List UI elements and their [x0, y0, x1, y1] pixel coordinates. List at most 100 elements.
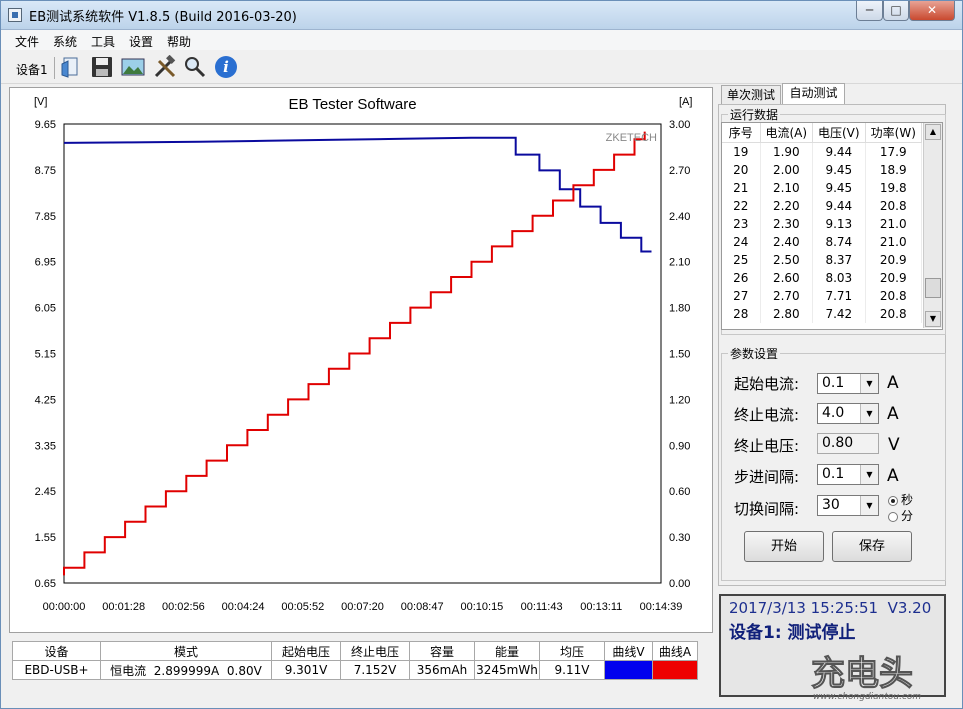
x-tick-label: 00:10:15 [460, 601, 503, 613]
run-data-cell: 28 [722, 305, 761, 323]
run-data-scrollbar[interactable]: ▲ ▼ [923, 123, 942, 328]
summary-mode: 恒电流 2.899999A 0.80V [100, 660, 272, 680]
run-data-row[interactable]: 27 2.70 7.71 20.8 [722, 287, 923, 305]
summary-header: 均压 [539, 641, 605, 661]
run-data-cell: 2.20 [760, 197, 814, 215]
right-tick-label: 1.80 [669, 303, 690, 315]
interval-select[interactable]: 30 ▼ [817, 495, 879, 516]
x-tick-label: 00:02:56 [162, 601, 205, 613]
left-tick-label: 9.65 [35, 119, 56, 131]
summary-header: 模式 [100, 641, 272, 661]
run-data-row[interactable]: 25 2.50 8.37 20.9 [722, 251, 923, 269]
radio-checked-icon[interactable] [888, 495, 898, 506]
run-data-row[interactable]: 26 2.60 8.03 20.9 [722, 269, 923, 287]
run-data-list[interactable]: 序号 电流(A) 电压(V) 功率(W) 19 1.90 9.44 17.9 20 2.0… [721, 122, 943, 330]
curve-a-color-swatch[interactable] [652, 660, 698, 680]
minimize-button[interactable]: ─ [856, 1, 883, 21]
save-icon[interactable] [90, 55, 114, 79]
run-data-row[interactable]: 19 1.90 9.44 17.9 [722, 142, 923, 161]
run-data-row[interactable]: 23 2.30 9.13 21.0 [722, 215, 923, 233]
start-button[interactable]: 开始 [744, 531, 824, 562]
tools-icon[interactable] [153, 55, 177, 79]
search-icon[interactable] [183, 55, 207, 79]
tab-single-test[interactable]: 单次测试 [721, 85, 781, 104]
right-tick-label: 0.30 [669, 532, 690, 544]
param-settings-title: 参数设置 [728, 345, 781, 362]
end-current-label: 终止电流: [734, 406, 800, 424]
run-data-row[interactable]: 20 2.00 9.45 18.9 [722, 161, 923, 179]
start-current-unit: A [887, 373, 899, 393]
right-tick-label: 2.10 [669, 257, 690, 269]
chevron-down-icon[interactable]: ▼ [860, 374, 878, 393]
run-data-cell: 21.0 [865, 215, 923, 233]
run-data-row[interactable]: 24 2.40 8.74 21.0 [722, 233, 923, 251]
run-data-row[interactable]: 22 2.20 9.44 20.8 [722, 197, 923, 215]
scroll-up-arrow[interactable]: ▲ [925, 124, 941, 140]
run-data-cell: 2.60 [760, 269, 814, 287]
run-data-row[interactable]: 21 2.10 9.45 19.8 [722, 179, 923, 197]
x-tick-label: 00:01:28 [102, 601, 145, 613]
chevron-down-icon[interactable]: ▼ [860, 404, 878, 423]
run-data-cell: 19.8 [865, 179, 923, 197]
run-data-cell: 2.70 [760, 287, 814, 305]
run-data-cell: 8.37 [812, 251, 866, 269]
step-select[interactable]: 0.1 ▼ [817, 464, 879, 485]
toolbar-separator [54, 57, 55, 79]
run-data-cell: 20.9 [865, 269, 923, 287]
status-datetime: 2017/3/13 15:25:51 [729, 599, 879, 617]
right-tick-label: 0.90 [669, 440, 690, 452]
device-label: 设备1 [16, 63, 48, 77]
window-title: EB测试系统软件 V1.8.5 (Build 2016-03-20) [29, 10, 297, 25]
end-voltage-field[interactable]: 0.80 [817, 433, 879, 454]
x-tick-label: 00:07:20 [341, 601, 384, 613]
watermark-url: www.chongdiantou.com [813, 692, 921, 702]
summary-header: 起始电压 [271, 641, 341, 661]
right-tick-label: 2.70 [669, 165, 690, 177]
scroll-down-arrow[interactable]: ▼ [925, 311, 941, 327]
x-tick-label: 00:05:52 [281, 601, 324, 613]
x-tick-label: 00:00:00 [43, 601, 86, 613]
summary-energy: 3245mWh [474, 660, 540, 680]
menu-tools[interactable]: 工具 [91, 33, 115, 50]
tab-auto-test[interactable]: 自动测试 [782, 83, 845, 105]
end-voltage-label: 终止电压: [734, 437, 800, 455]
start-current-select[interactable]: 0.1 ▼ [817, 373, 879, 394]
curve-v-color-swatch[interactable] [604, 660, 653, 680]
summary-header: 设备 [12, 641, 101, 661]
app-window: EB测试系统软件 V1.8.5 (Build 2016-03-20) ─ □ ✕… [0, 0, 963, 709]
run-data-cell: 9.44 [812, 197, 866, 215]
run-data-cell: 9.13 [812, 215, 866, 233]
run-data-cell: 25 [722, 251, 761, 269]
radio-minutes[interactable]: 分 [888, 507, 913, 524]
right-axis-unit: [A] [679, 96, 692, 108]
run-data-cell: 20.8 [865, 197, 923, 215]
menu-file[interactable]: 文件 [15, 33, 39, 50]
run-data-cell: 20.9 [865, 251, 923, 269]
summary-start-voltage: 9.301V [271, 660, 341, 680]
run-data-cell: 2.30 [760, 215, 814, 233]
chevron-down-icon[interactable]: ▼ [860, 496, 878, 515]
scroll-thumb[interactable] [925, 278, 941, 298]
menu-settings[interactable]: 设置 [129, 33, 153, 50]
open-folder-icon[interactable] [59, 55, 83, 79]
maximize-button[interactable]: □ [883, 1, 909, 21]
save-button[interactable]: 保存 [832, 531, 912, 562]
x-tick-label: 00:04:24 [222, 601, 265, 613]
chevron-down-icon[interactable]: ▼ [860, 465, 878, 484]
run-data-cell: 21 [722, 179, 761, 197]
run-data-cell: 7.71 [812, 287, 866, 305]
close-button[interactable]: ✕ [909, 1, 955, 21]
menu-system[interactable]: 系统 [53, 33, 77, 50]
end-current-select[interactable]: 4.0 ▼ [817, 403, 879, 424]
image-icon[interactable] [121, 55, 145, 79]
run-data-row[interactable]: 28 2.80 7.42 20.8 [722, 305, 923, 323]
menu-help[interactable]: 帮助 [167, 33, 191, 50]
radio-unchecked-icon[interactable] [888, 511, 898, 522]
radio-seconds[interactable]: 秒 [888, 491, 913, 508]
title-bar: EB测试系统软件 V1.8.5 (Build 2016-03-20) ─ □ ✕ [1, 1, 962, 30]
run-data-cell: 7.42 [812, 305, 866, 323]
info-icon[interactable]: i [214, 55, 238, 79]
run-data-cell: 20 [722, 161, 761, 179]
end-current-value: 4.0 [822, 405, 845, 421]
right-tick-label: 3.00 [669, 119, 690, 131]
